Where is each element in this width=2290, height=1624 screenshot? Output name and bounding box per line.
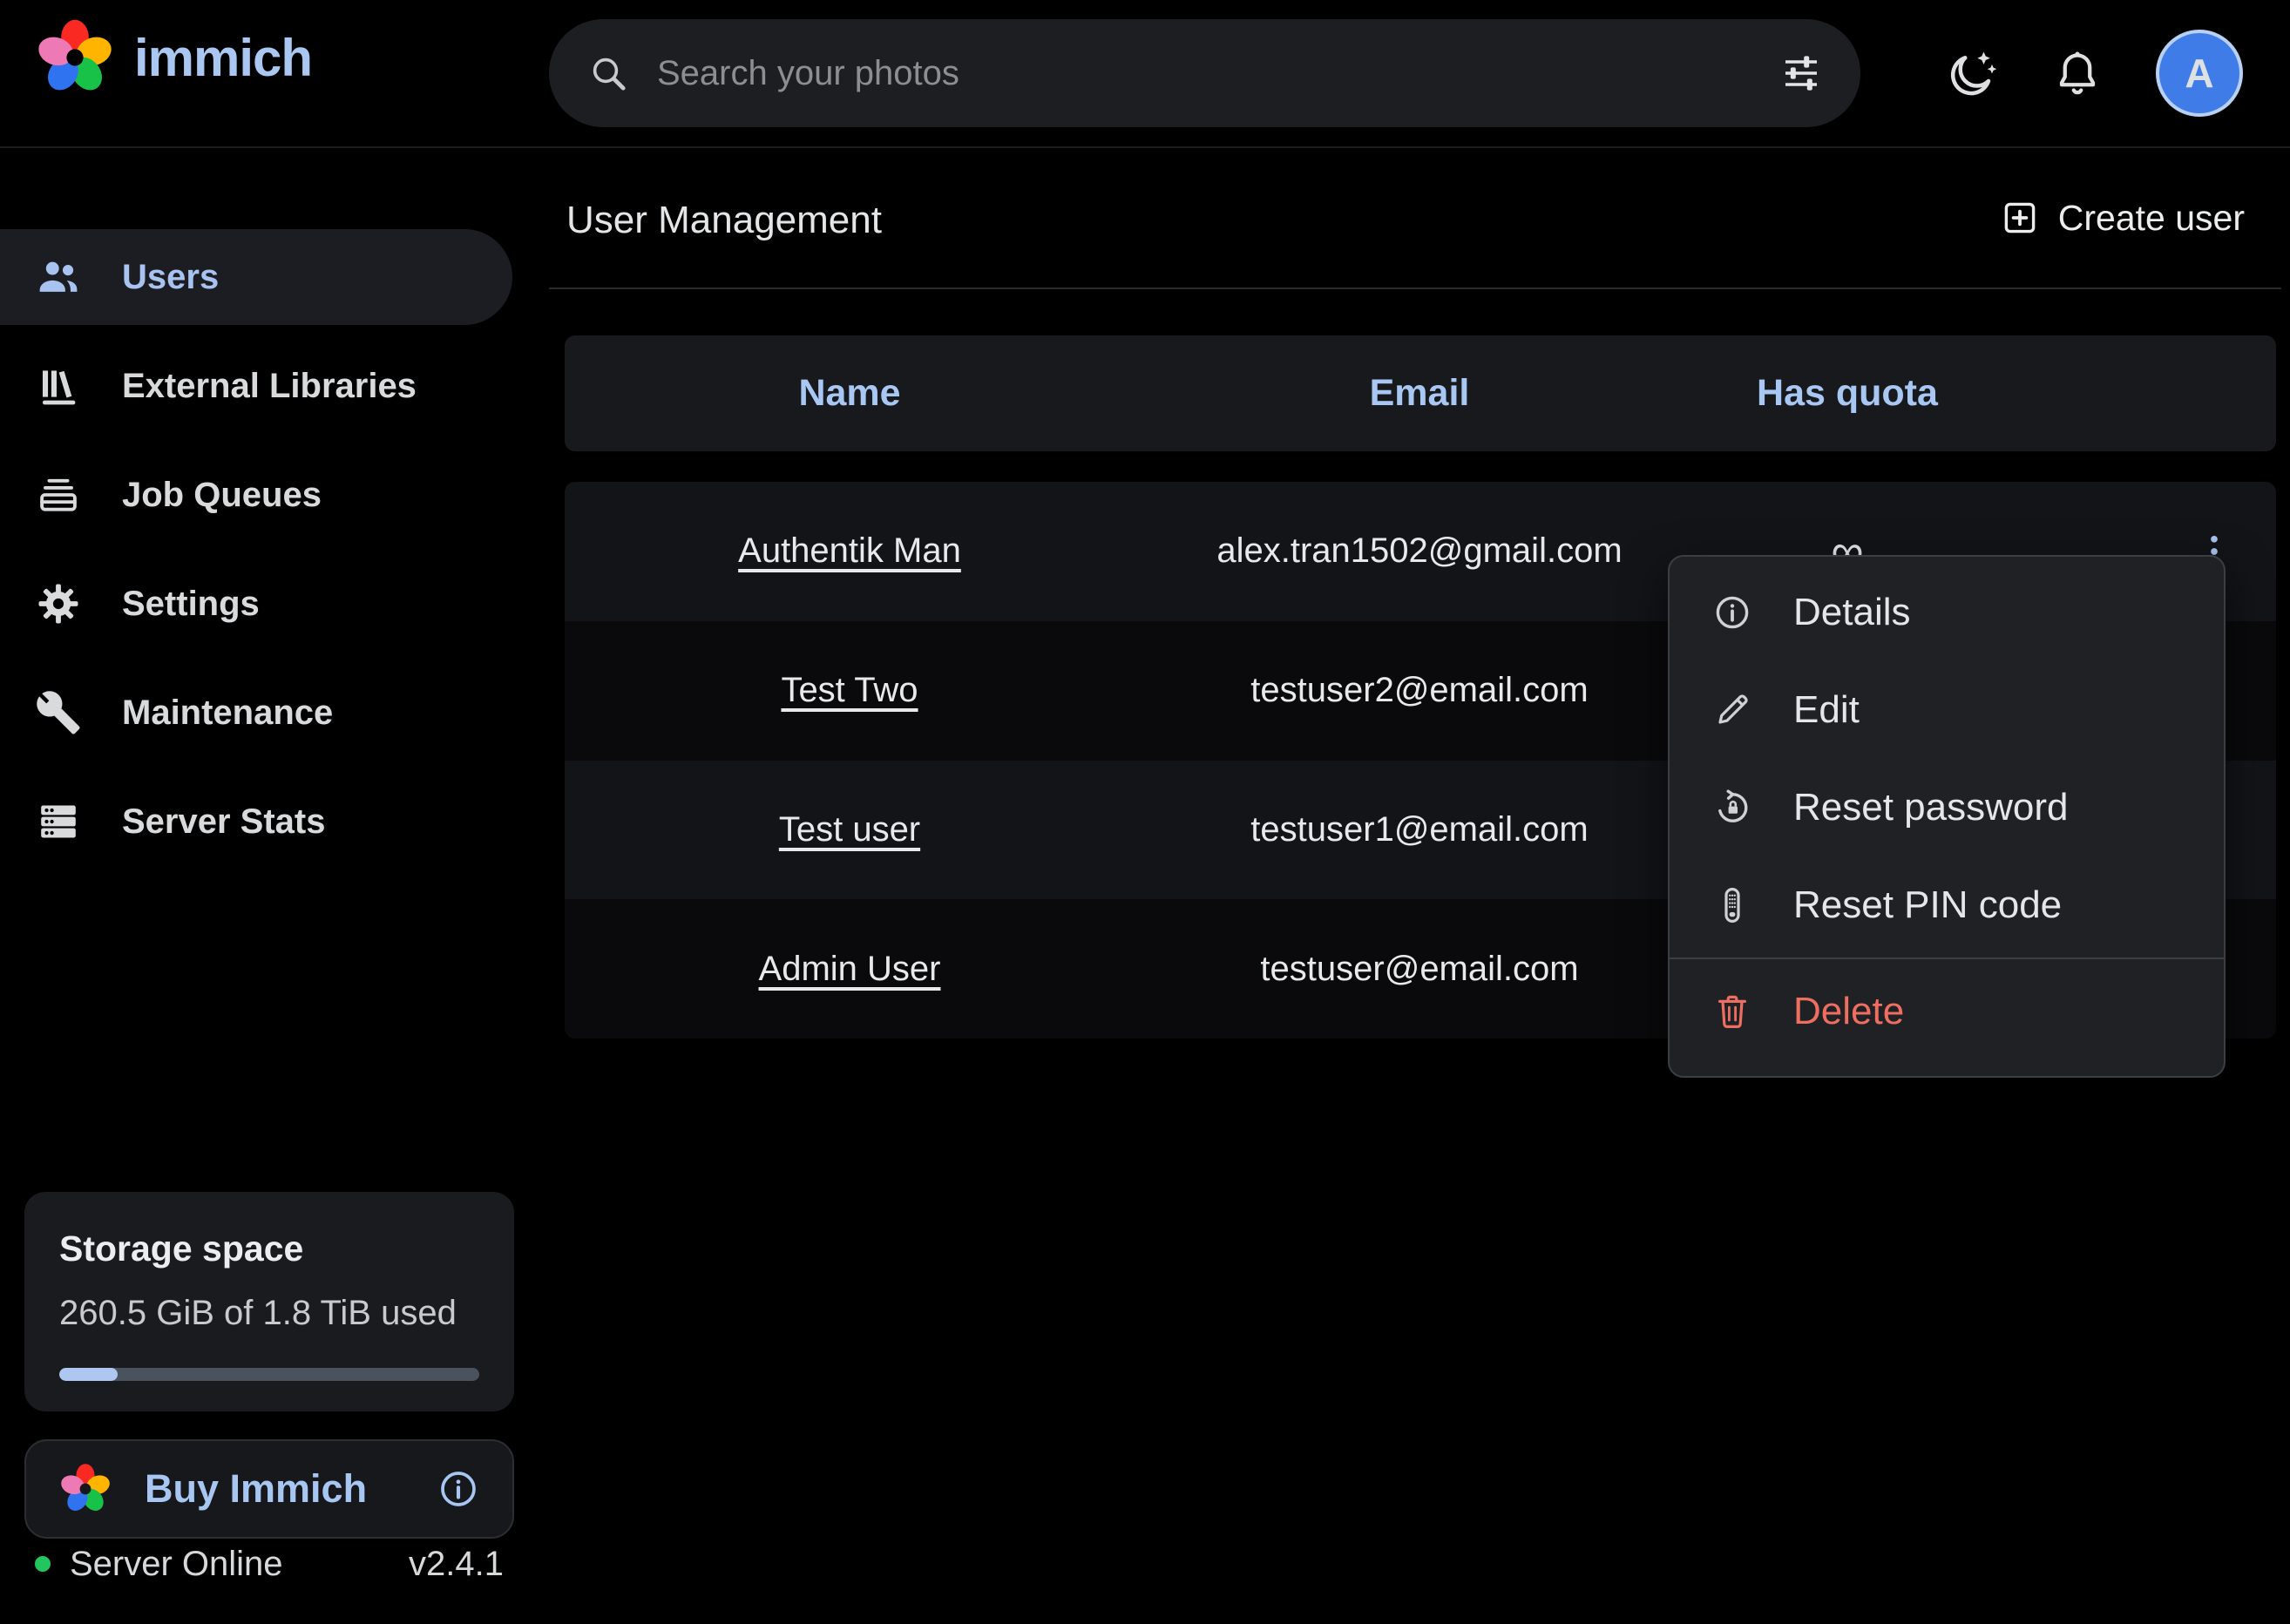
sidebar-item-label: Job Queues bbox=[122, 476, 322, 515]
storage-usage: 260.5 GiB of 1.8 TiB used bbox=[59, 1294, 479, 1333]
user-email: alex.tran1502@gmail.com bbox=[1216, 531, 1622, 571]
info-circle-icon[interactable] bbox=[436, 1466, 481, 1512]
user-email: testuser1@email.com bbox=[1250, 810, 1588, 849]
wrench-icon bbox=[35, 689, 82, 736]
menu-item-reset-pin[interactable]: Reset PIN code bbox=[1670, 856, 2224, 954]
filter-sliders-icon[interactable] bbox=[1780, 52, 1822, 94]
info-icon bbox=[1711, 592, 1753, 633]
sidebar-item-external-libraries[interactable]: External Libraries bbox=[0, 338, 512, 434]
sidebar-item-users[interactable]: Users bbox=[0, 229, 512, 325]
sidebar-item-label: Maintenance bbox=[122, 694, 333, 733]
storage-title: Storage space bbox=[59, 1228, 479, 1269]
sidebar-item-label: Settings bbox=[122, 585, 260, 624]
column-header-quota: Has quota bbox=[1704, 372, 1990, 415]
server-version: v2.4.1 bbox=[409, 1545, 504, 1584]
row-context-menu: Details Edit Reset password bbox=[1668, 555, 2226, 1078]
user-name-link[interactable]: Test Two bbox=[781, 671, 918, 710]
server-icon bbox=[35, 798, 82, 845]
sidebar-item-settings[interactable]: Settings bbox=[0, 556, 512, 652]
user-name-link[interactable]: Authentik Man bbox=[738, 531, 961, 571]
user-name-link[interactable]: Test user bbox=[779, 810, 920, 849]
menu-item-label: Edit bbox=[1793, 688, 1860, 732]
sidebar-item-maintenance[interactable]: Maintenance bbox=[0, 665, 512, 761]
status-dot bbox=[35, 1556, 51, 1572]
moon-stars-icon bbox=[1946, 48, 1998, 100]
menu-divider bbox=[1670, 957, 2224, 959]
lock-reset-icon bbox=[1711, 787, 1753, 829]
menu-item-reset-password[interactable]: Reset password bbox=[1670, 759, 2224, 856]
sidebar-item-label: Users bbox=[122, 258, 219, 297]
menu-item-edit[interactable]: Edit bbox=[1670, 661, 2224, 759]
search-icon bbox=[587, 52, 629, 94]
notifications-button[interactable] bbox=[2051, 48, 2104, 100]
gear-icon bbox=[35, 580, 82, 627]
menu-item-label: Details bbox=[1793, 591, 1911, 634]
server-status-label: Server Online bbox=[70, 1545, 283, 1584]
user-email: testuser2@email.com bbox=[1250, 671, 1588, 710]
buy-immich-button[interactable]: Buy Immich bbox=[24, 1439, 514, 1539]
sidebar-item-server-stats[interactable]: Server Stats bbox=[0, 774, 512, 870]
menu-item-label: Reset PIN code bbox=[1793, 883, 2062, 927]
menu-item-delete[interactable]: Delete bbox=[1670, 963, 2224, 1060]
logo-text: immich bbox=[134, 28, 312, 88]
trash-icon bbox=[1711, 991, 1753, 1032]
storage-progress-fill bbox=[59, 1368, 118, 1381]
user-name-link[interactable]: Admin User bbox=[759, 950, 941, 989]
pin-pad-icon bbox=[1711, 884, 1753, 926]
dark-mode-toggle[interactable] bbox=[1946, 48, 1998, 100]
sidebar-item-label: Server Stats bbox=[122, 802, 325, 842]
table-header: Name Email Has quota bbox=[565, 335, 2276, 451]
create-user-button[interactable]: Create user bbox=[1999, 197, 2245, 239]
bell-icon bbox=[2051, 48, 2104, 100]
sidebar-item-label: External Libraries bbox=[122, 367, 417, 406]
immich-flower-icon bbox=[58, 1461, 113, 1517]
immich-flower-icon bbox=[33, 16, 117, 99]
sidebar: Users External Libraries Job Queues bbox=[0, 148, 514, 1624]
page-title: User Management bbox=[566, 199, 882, 242]
search-placeholder: Search your photos bbox=[657, 54, 1780, 93]
menu-item-label: Reset password bbox=[1793, 786, 2068, 829]
buy-immich-label: Buy Immich bbox=[145, 1466, 404, 1512]
users-icon bbox=[35, 254, 82, 301]
menu-item-label: Delete bbox=[1793, 990, 1904, 1033]
menu-item-details[interactable]: Details bbox=[1670, 564, 2224, 661]
storage-progress-bar bbox=[59, 1368, 479, 1381]
top-bar: immich Search your photos bbox=[0, 0, 2290, 148]
storage-card: Storage space 260.5 GiB of 1.8 TiB used bbox=[24, 1192, 514, 1411]
server-status-row: Server Online v2.4.1 bbox=[24, 1533, 514, 1594]
column-header-name: Name bbox=[565, 372, 1135, 415]
column-header-email: Email bbox=[1135, 372, 1704, 415]
library-icon bbox=[35, 362, 82, 409]
search-input[interactable]: Search your photos bbox=[549, 19, 1860, 127]
divider bbox=[549, 288, 2281, 289]
job-queues-icon bbox=[35, 471, 82, 518]
avatar[interactable]: A bbox=[2156, 30, 2243, 117]
user-email: testuser@email.com bbox=[1260, 950, 1578, 989]
avatar-initial: A bbox=[2185, 50, 2213, 97]
pencil-icon bbox=[1711, 689, 1753, 731]
create-user-label: Create user bbox=[2058, 198, 2245, 239]
plus-square-icon bbox=[1999, 197, 2041, 239]
immich-logo[interactable]: immich bbox=[33, 16, 312, 99]
sidebar-item-job-queues[interactable]: Job Queues bbox=[0, 447, 512, 543]
